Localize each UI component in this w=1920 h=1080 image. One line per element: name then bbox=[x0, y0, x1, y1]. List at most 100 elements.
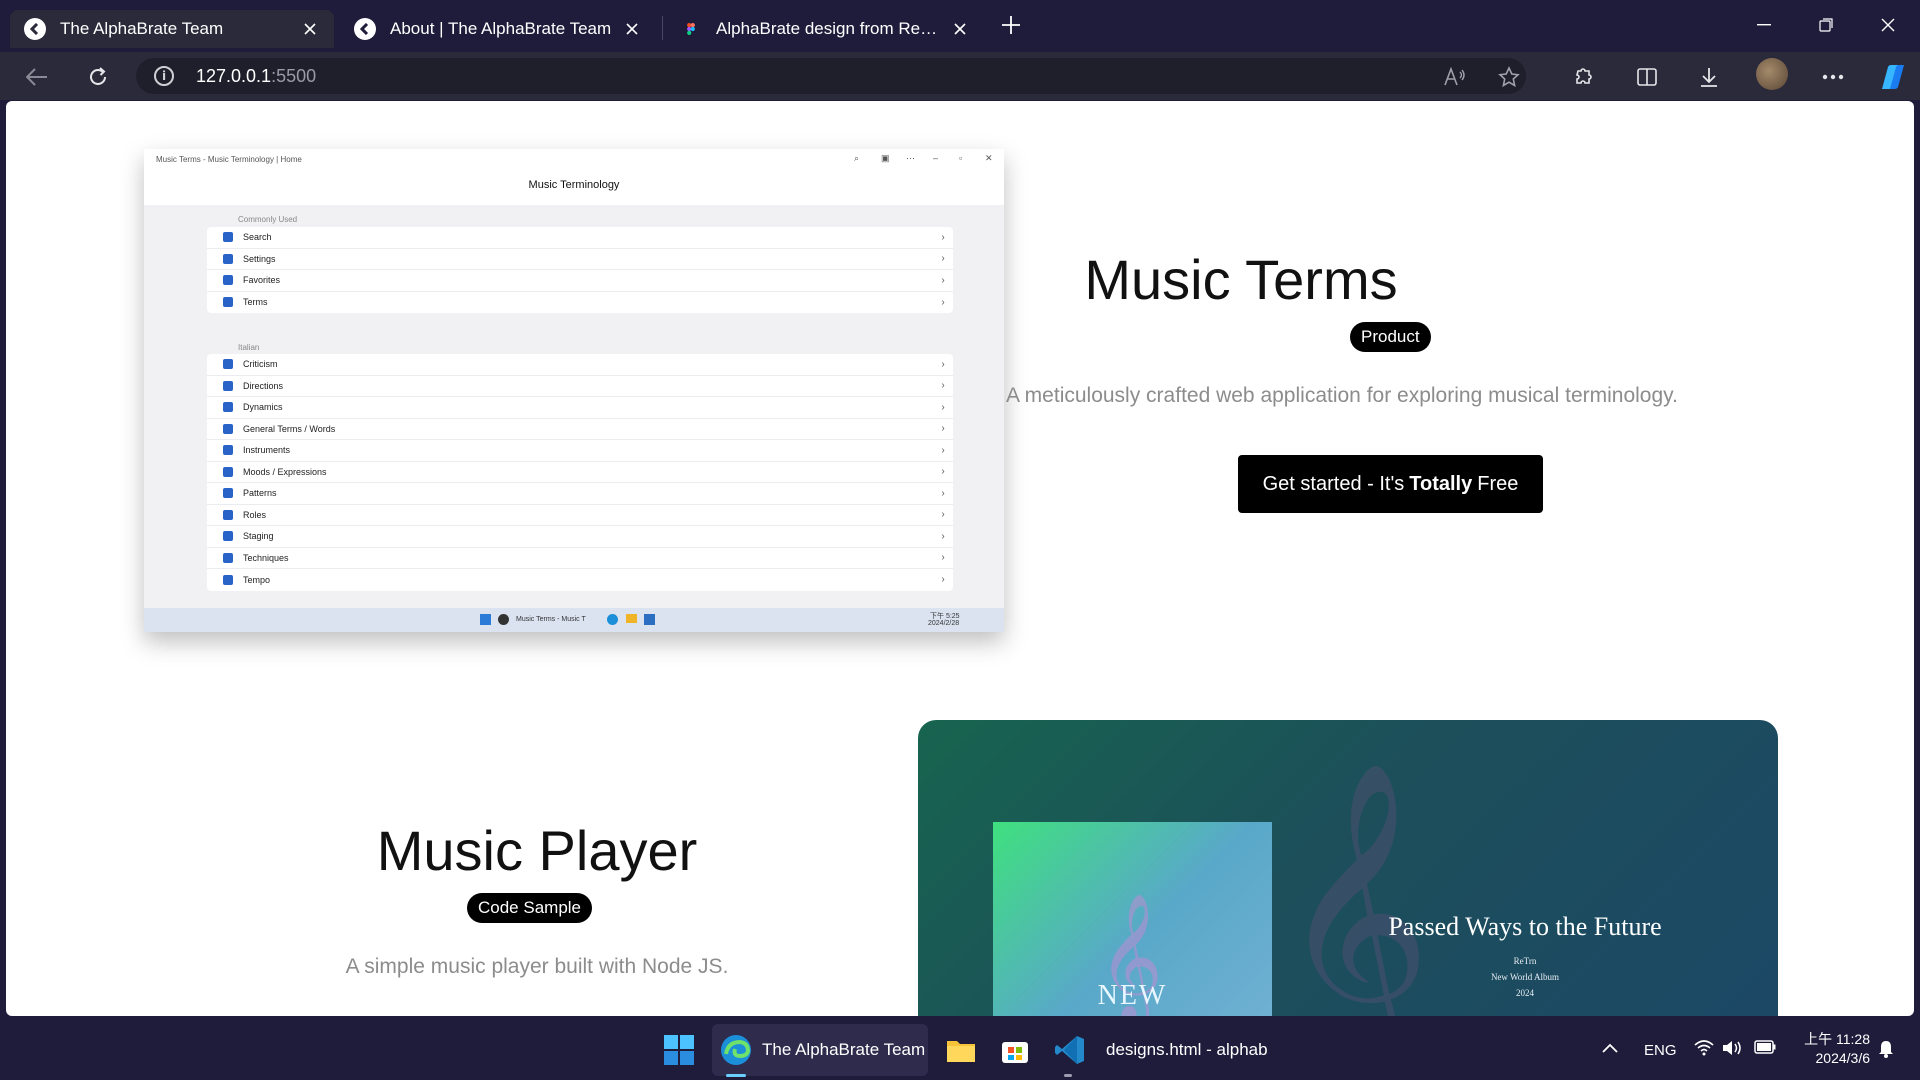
wifi-icon[interactable] bbox=[1694, 1040, 1714, 1060]
chevron-right-icon: › bbox=[941, 574, 945, 586]
cta-prefix: Get started - It's bbox=[1262, 472, 1405, 495]
close-window-button[interactable] bbox=[1866, 10, 1910, 40]
url-host: 127.0.0.1 bbox=[196, 65, 272, 86]
list-item: Techniques › bbox=[207, 548, 953, 569]
screenshot-taskbar-date: 2024/2/28 bbox=[928, 620, 960, 627]
minimize-button[interactable] bbox=[1742, 10, 1786, 40]
gear-icon bbox=[223, 253, 233, 264]
screenshot-taskbar-app: Music Terms - Music T bbox=[516, 616, 586, 623]
screenshot-restore-icon: ▫ bbox=[959, 153, 963, 163]
close-icon[interactable] bbox=[622, 19, 642, 39]
url-port: :5500 bbox=[271, 65, 317, 86]
player-title: Music Player bbox=[376, 819, 698, 882]
screenshot-list-common: Search › Settings › Favorites › Terms › bbox=[207, 227, 953, 313]
edge-icon bbox=[607, 614, 618, 625]
list-item: Tempo › bbox=[207, 569, 953, 591]
microsoft-store-icon[interactable] bbox=[1000, 1034, 1030, 1066]
screenshot-heading: Music Terminology bbox=[528, 179, 620, 191]
music-terms-screenshot: Music Terms - Music Terminology | Home ⌕… bbox=[144, 149, 1004, 632]
list-item: Criticism › bbox=[207, 354, 953, 376]
close-icon[interactable] bbox=[300, 19, 320, 39]
screenshot-minimize-icon: – bbox=[933, 153, 939, 163]
screenshot-search-icon: ⌕ bbox=[854, 153, 860, 163]
taskbar-time: 上午 11:28 bbox=[1804, 1031, 1870, 1047]
screenshot-taskbar: Music Terms - Music T 下午 5:25 2024/2/28 bbox=[144, 608, 1004, 632]
taskbar-running-indicator bbox=[726, 1074, 746, 1077]
cta-suffix: Free bbox=[1477, 472, 1519, 495]
taskbar-edge-button[interactable]: The AlphaBrate Team bbox=[720, 1034, 925, 1066]
favorite-star-icon[interactable] bbox=[1494, 62, 1524, 92]
album-title: Passed Ways to the Future bbox=[1388, 912, 1662, 941]
download-icon[interactable] bbox=[1694, 62, 1724, 92]
split-screen-icon[interactable] bbox=[1632, 62, 1662, 92]
music-player-preview[interactable]: 𝄞 𝄞 NEW Passed Ways to the Future ReTrn … bbox=[918, 720, 1778, 1016]
album-cover: 𝄞 NEW bbox=[993, 822, 1272, 1016]
list-item: Dynamics › bbox=[207, 397, 953, 419]
language-indicator[interactable]: ENG bbox=[1644, 1042, 1677, 1059]
chevron-right-icon: › bbox=[941, 401, 945, 413]
list-item: Terms › bbox=[207, 292, 953, 314]
list-item: Favorites › bbox=[207, 270, 953, 292]
chevron-right-icon: › bbox=[941, 231, 945, 243]
alphabrate-favicon-icon bbox=[354, 18, 376, 40]
taskbar-clock[interactable]: 上午 11:28 2024/3/6 bbox=[1790, 1030, 1870, 1068]
tab-title: AlphaBrate design from ReTrn – F bbox=[716, 19, 940, 38]
read-aloud-icon[interactable] bbox=[1440, 62, 1470, 92]
alphabrate-favicon-icon bbox=[24, 18, 46, 40]
album-subtitle: New World Album bbox=[1490, 972, 1560, 982]
list-item: Instruments › bbox=[207, 440, 953, 462]
chevron-right-icon: › bbox=[941, 444, 945, 456]
extensions-icon[interactable] bbox=[1568, 62, 1598, 92]
browser-toolbar: i 127.0.0.1:5500 bbox=[0, 52, 1920, 100]
list-item: Settings › bbox=[207, 249, 953, 270]
info-icon[interactable]: i bbox=[154, 66, 174, 86]
list-item: General Terms / Words › bbox=[207, 419, 953, 440]
folder-icon bbox=[626, 614, 637, 623]
player-badge: Code Sample bbox=[467, 893, 593, 923]
new-tab-button[interactable] bbox=[998, 12, 1024, 38]
vscode-icon bbox=[1055, 1036, 1084, 1064]
technique-icon bbox=[223, 552, 233, 563]
sliders-icon bbox=[223, 380, 233, 391]
list-item: Staging › bbox=[207, 526, 953, 548]
volume-icon[interactable] bbox=[1722, 1040, 1744, 1060]
cover-label: NEW bbox=[1097, 980, 1168, 1011]
battery-icon[interactable] bbox=[1754, 1040, 1776, 1058]
browser-tab-bar: The AlphaBrate Team About | The AlphaBra… bbox=[0, 0, 1920, 52]
tab-title: The AlphaBrate Team bbox=[60, 19, 224, 38]
people-icon bbox=[223, 359, 233, 370]
notification-bell-icon[interactable] bbox=[1878, 1040, 1894, 1062]
more-icon[interactable] bbox=[1818, 62, 1848, 92]
close-icon[interactable] bbox=[950, 19, 970, 39]
windows-start-icon[interactable] bbox=[664, 1034, 694, 1066]
file-explorer-icon[interactable] bbox=[946, 1034, 976, 1066]
tab-figma-design[interactable]: AlphaBrate design from ReTrn – F bbox=[666, 10, 984, 48]
chevron-right-icon: › bbox=[941, 423, 945, 435]
chevron-right-icon: › bbox=[941, 296, 945, 308]
back-icon[interactable] bbox=[22, 62, 52, 92]
list-item: Patterns › bbox=[207, 483, 953, 505]
taskbar-date: 2024/3/6 bbox=[1815, 1050, 1871, 1066]
pattern-icon bbox=[223, 488, 233, 499]
smiley-icon bbox=[223, 466, 233, 477]
profile-avatar[interactable] bbox=[1756, 58, 1788, 90]
refresh-icon[interactable] bbox=[83, 62, 113, 92]
tab-divider bbox=[662, 16, 663, 40]
address-bar[interactable]: i 127.0.0.1:5500 bbox=[136, 58, 1526, 94]
forte-icon bbox=[223, 402, 233, 413]
copilot-icon[interactable] bbox=[1876, 62, 1906, 92]
chevron-right-icon: › bbox=[941, 552, 945, 564]
get-started-button[interactable]: Get started - It's Totally Free bbox=[1238, 455, 1543, 513]
list-item: Directions › bbox=[207, 376, 953, 397]
taskbar-vscode-button[interactable]: designs.html - alphab bbox=[1054, 1034, 1268, 1066]
app-icon bbox=[498, 614, 509, 625]
figma-icon bbox=[680, 18, 702, 40]
product-title: Music Terms bbox=[1084, 248, 1398, 311]
search-icon bbox=[223, 232, 233, 243]
restore-button[interactable] bbox=[1804, 10, 1848, 40]
tab-about[interactable]: About | The AlphaBrate Team bbox=[340, 10, 656, 48]
chevron-up-icon[interactable] bbox=[1602, 1040, 1618, 1057]
screenshot-more-icon: ⋯ bbox=[906, 153, 915, 163]
screenshot-section-label: Italian bbox=[238, 343, 260, 352]
tab-alphabrate-team[interactable]: The AlphaBrate Team bbox=[10, 10, 334, 48]
